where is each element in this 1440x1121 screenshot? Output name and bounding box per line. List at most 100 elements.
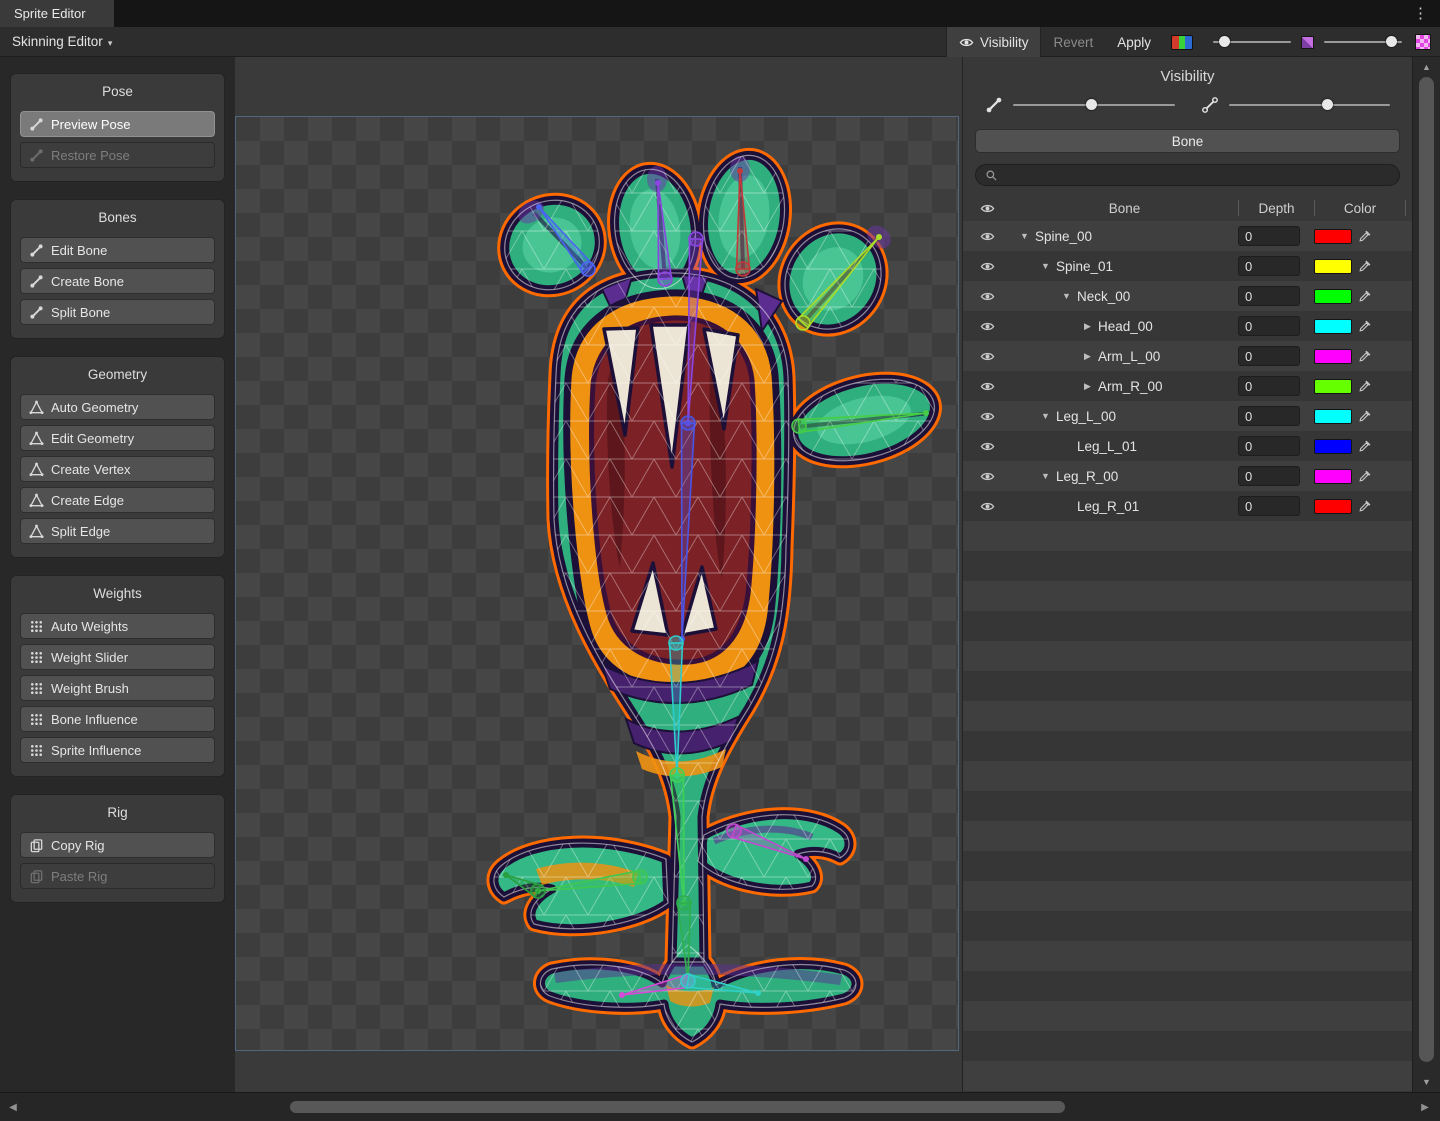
depth-input[interactable] [1238, 346, 1300, 366]
collapse-arrow-icon[interactable]: ▼ [1038, 261, 1053, 271]
vertical-scroll-thumb[interactable] [1419, 77, 1434, 1062]
depth-input[interactable] [1238, 496, 1300, 516]
weight-brush-button[interactable]: Weight Brush [20, 675, 215, 701]
search-field[interactable] [975, 164, 1400, 186]
bone-color-swatch[interactable] [1314, 439, 1352, 454]
bone-color-swatch[interactable] [1314, 349, 1352, 364]
bone-name[interactable]: Leg_R_01 [1077, 499, 1139, 514]
bone-color-swatch[interactable] [1314, 409, 1352, 424]
restore-pose-button[interactable]: Restore Pose [20, 142, 215, 168]
visibility-toggle-button[interactable]: Visibility [946, 27, 1042, 57]
split-edge-button[interactable]: Split Edge [20, 518, 215, 544]
row-visibility-eye-icon[interactable] [963, 289, 1011, 304]
auto-geometry-button[interactable]: Auto Geometry [20, 394, 215, 420]
alpha-checker-icon[interactable] [1415, 34, 1431, 50]
row-visibility-eye-icon[interactable] [963, 469, 1011, 484]
scroll-left-arrow[interactable]: ◀ [0, 1093, 26, 1121]
depth-input[interactable] [1238, 226, 1300, 246]
mesh-overlay-opacity-slider[interactable] [1229, 104, 1391, 106]
scroll-up-arrow[interactable]: ▲ [1413, 59, 1440, 75]
color-picker-icon[interactable] [1358, 409, 1372, 423]
bone-name[interactable]: Arm_R_00 [1098, 379, 1163, 394]
color-picker-icon[interactable] [1358, 379, 1372, 393]
collapse-arrow-icon[interactable]: ▼ [1059, 291, 1074, 301]
slider-knob[interactable] [1386, 36, 1397, 47]
vertical-scrollbar[interactable]: ▲ ▼ [1412, 57, 1440, 1092]
color-picker-icon[interactable] [1358, 439, 1372, 453]
column-header-color[interactable]: Color [1314, 200, 1406, 216]
scroll-down-arrow[interactable]: ▼ [1413, 1074, 1440, 1090]
bone-name[interactable]: Leg_R_00 [1056, 469, 1118, 484]
scroll-right-arrow[interactable]: ▶ [1412, 1093, 1438, 1121]
expand-arrow-icon[interactable]: ▶ [1080, 351, 1095, 362]
collapse-arrow-icon[interactable]: ▼ [1017, 231, 1032, 241]
depth-input[interactable] [1238, 256, 1300, 276]
weight-slider-button[interactable]: Weight Slider [20, 644, 215, 670]
bone-name[interactable]: Spine_00 [1035, 229, 1092, 244]
depth-input[interactable] [1238, 376, 1300, 396]
row-visibility-eye-icon[interactable] [963, 319, 1011, 334]
expand-arrow-icon[interactable]: ▶ [1080, 381, 1095, 392]
color-picker-icon[interactable] [1358, 319, 1372, 333]
bone-color-swatch[interactable] [1314, 229, 1352, 244]
slider-knob[interactable] [1219, 36, 1230, 47]
bone-color-swatch[interactable] [1314, 499, 1352, 514]
tab-sprite-editor[interactable]: Sprite Editor [0, 0, 114, 27]
skinned-sprite[interactable] [236, 117, 958, 1050]
slider-knob[interactable] [1322, 99, 1333, 110]
auto-weights-button[interactable]: Auto Weights [20, 613, 215, 639]
color-picker-icon[interactable] [1358, 499, 1372, 513]
create-vertex-button[interactable]: Create Vertex [20, 456, 215, 482]
bone-name[interactable]: Leg_L_01 [1077, 439, 1137, 454]
row-visibility-eye-icon[interactable] [963, 439, 1011, 454]
color-picker-icon[interactable] [1358, 229, 1372, 243]
edit-bone-button[interactable]: Edit Bone [20, 237, 215, 263]
horizontal-scrollbar[interactable]: ◀ ▶ [0, 1092, 1440, 1120]
depth-input[interactable] [1238, 316, 1300, 336]
bone-color-swatch[interactable] [1314, 379, 1352, 394]
collapse-arrow-icon[interactable]: ▼ [1038, 411, 1053, 421]
bone-color-swatch[interactable] [1301, 36, 1314, 49]
bone-gizmo-opacity-slider[interactable] [1013, 104, 1175, 106]
depth-input[interactable] [1238, 406, 1300, 426]
depth-input[interactable] [1238, 436, 1300, 456]
row-visibility-eye-icon[interactable] [963, 379, 1011, 394]
row-visibility-eye-icon[interactable] [963, 259, 1011, 274]
depth-input[interactable] [1238, 466, 1300, 486]
collapse-arrow-icon[interactable]: ▼ [1038, 471, 1053, 481]
paste-rig-button[interactable]: Paste Rig [20, 863, 215, 889]
edit-geometry-button[interactable]: Edit Geometry [20, 425, 215, 451]
row-visibility-eye-icon[interactable] [963, 229, 1011, 244]
column-header-bone[interactable]: Bone [1011, 200, 1238, 216]
bone-tab-button[interactable]: Bone [975, 129, 1400, 153]
create-bone-button[interactable]: Create Bone [20, 268, 215, 294]
horizontal-scroll-thumb[interactable] [290, 1101, 1065, 1113]
color-picker-icon[interactable] [1358, 469, 1372, 483]
bone-color-swatch[interactable] [1314, 259, 1352, 274]
search-input[interactable] [1004, 168, 1390, 183]
expand-arrow-icon[interactable]: ▶ [1080, 321, 1095, 332]
bone-name[interactable]: Neck_00 [1077, 289, 1130, 304]
row-visibility-eye-icon[interactable] [963, 349, 1011, 364]
bone-influence-button[interactable]: Bone Influence [20, 706, 215, 732]
bone-name[interactable]: Leg_L_00 [1056, 409, 1116, 424]
mesh-opacity-slider[interactable] [1324, 41, 1402, 43]
apply-button[interactable]: Apply [1105, 27, 1163, 57]
bone-color-swatch[interactable] [1314, 289, 1352, 304]
color-picker-icon[interactable] [1358, 289, 1372, 303]
skinning-editor-dropdown[interactable]: Skinning Editor▾ [4, 27, 120, 57]
slider-knob[interactable] [1086, 99, 1097, 110]
preview-pose-button[interactable]: Preview Pose [20, 111, 215, 137]
revert-button[interactable]: Revert [1041, 27, 1105, 57]
bone-color-swatch[interactable] [1314, 319, 1352, 334]
bone-color-swatch[interactable] [1314, 469, 1352, 484]
bone-name[interactable]: Spine_01 [1056, 259, 1113, 274]
bone-name[interactable]: Arm_L_00 [1098, 349, 1160, 364]
depth-input[interactable] [1238, 286, 1300, 306]
sprite-canvas[interactable] [235, 57, 962, 1092]
color-picker-icon[interactable] [1358, 349, 1372, 363]
copy-rig-button[interactable]: Copy Rig [20, 832, 215, 858]
kebab-menu-icon[interactable]: ⋮ [1413, 0, 1428, 27]
row-visibility-eye-icon[interactable] [963, 409, 1011, 424]
row-visibility-eye-icon[interactable] [963, 499, 1011, 514]
